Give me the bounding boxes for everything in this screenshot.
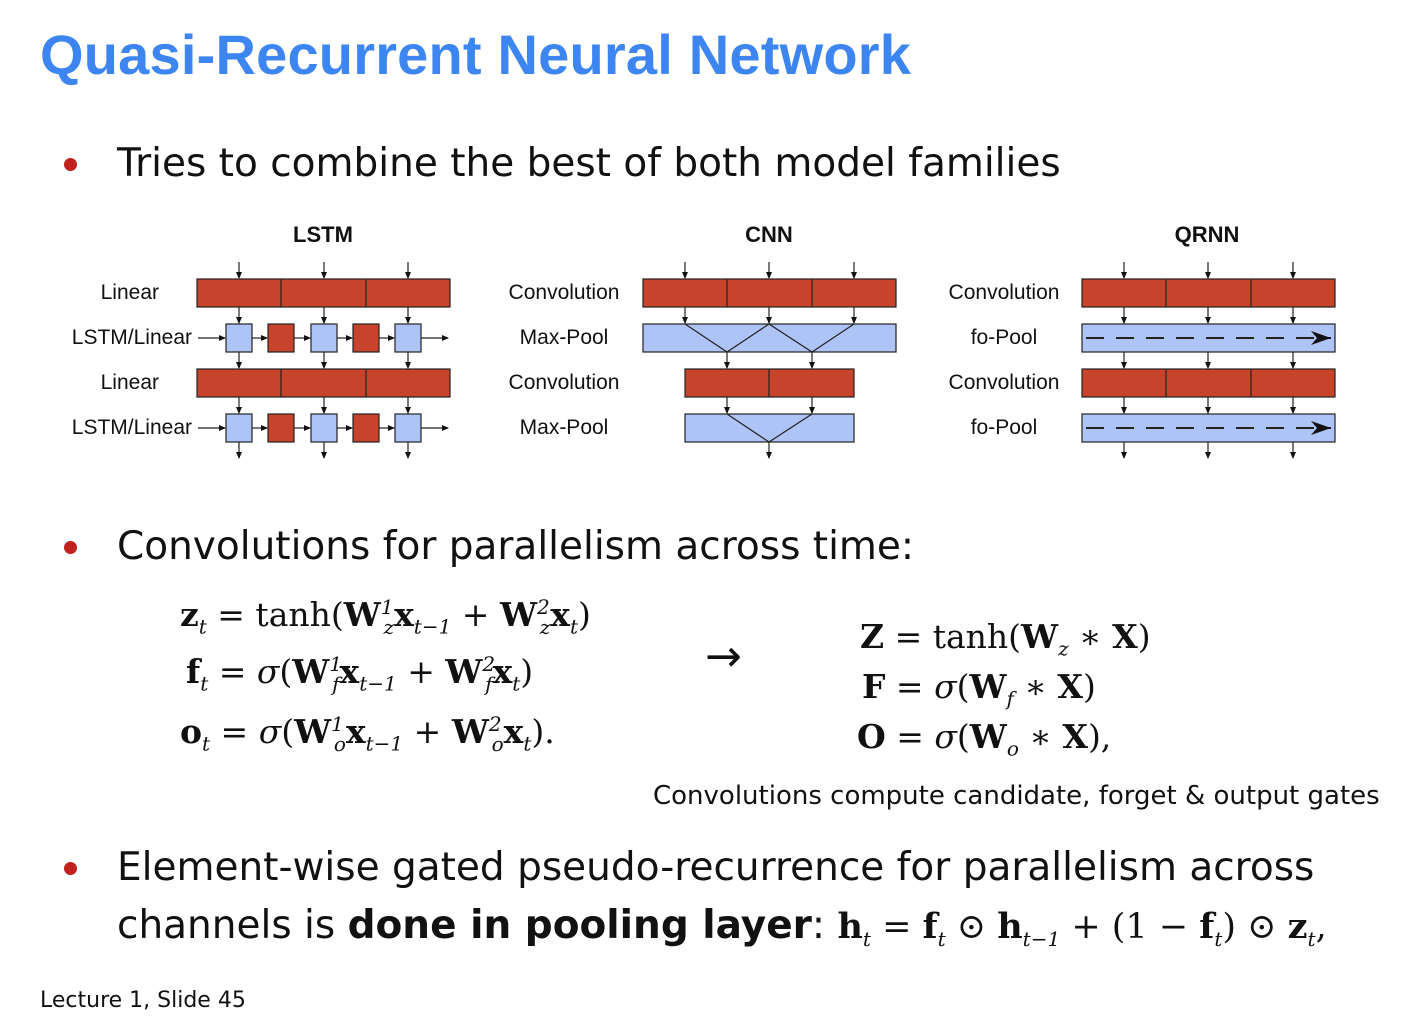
- bullet-dot-2: [64, 541, 77, 554]
- equation-Z: Z = tanh(Wz ∗ X): [860, 617, 1151, 661]
- lstm-linear-block-2: [196, 368, 451, 398]
- equation-O: O = σ(Wo ∗ X),: [857, 717, 1112, 761]
- lstm-linear-block-1: [196, 278, 451, 308]
- slide-footer: Lecture 1, Slide 45: [40, 988, 246, 1013]
- bullet-3-line-2: channels is done in pooling layer: ht = …: [117, 903, 1327, 951]
- equations-caption: Convolutions compute candidate, forget &…: [653, 781, 1380, 811]
- equation-f-t: ft = σ(W1fxt−1 + W2fxt): [186, 652, 534, 696]
- equation-o-t: ot = σ(W1oxt−1 + W2oxt).: [180, 712, 555, 756]
- equation-z-t: zt = tanh(W1zxt−1 + W2zxt): [180, 595, 591, 639]
- cnn-diagram: [642, 262, 897, 459]
- equation-F: F = σ(Wf ∗ X): [862, 667, 1096, 711]
- qrnn-diagram: [1081, 262, 1336, 459]
- bullet-2-text: Convolutions for parallelism across time…: [117, 524, 915, 569]
- lstm-diagram: [196, 262, 451, 459]
- transform-arrow-icon: →: [705, 631, 742, 682]
- bullet-3-line-1: Element-wise gated pseudo-recurrence for…: [117, 845, 1315, 890]
- pooling-equation: ht = ft ⊙ ht−1 + (1 − ft) ⊙ zt,: [837, 906, 1327, 951]
- bullet-dot-3: [64, 862, 77, 875]
